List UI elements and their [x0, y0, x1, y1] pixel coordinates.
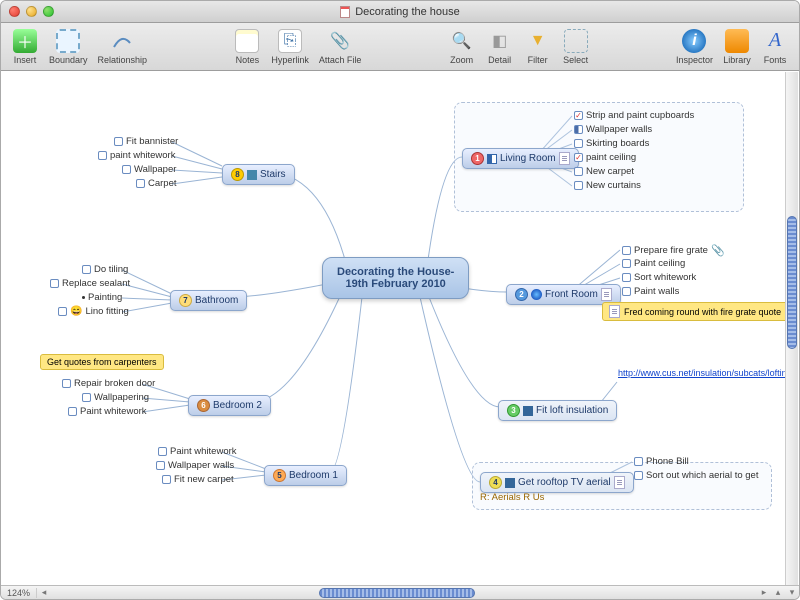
toolbar-group-edit: ＋Insert Boundary Relationship	[7, 27, 151, 67]
item-bath-0[interactable]: Do tiling	[82, 264, 128, 275]
toolbar-group-panels: iInspector Library AFonts	[672, 27, 793, 67]
link-loft[interactable]: http://www.cus.net/insulation/subcats/lo…	[618, 368, 758, 379]
toolbar-group-attach: Notes ⎘Hyperlink 📎Attach File	[229, 27, 365, 67]
item-bath-2[interactable]: Painting	[82, 292, 122, 303]
notes-icon	[601, 288, 612, 301]
item-bed1-1[interactable]: Wallpaper walls	[156, 460, 234, 471]
titlebar: Decorating the house	[1, 1, 799, 23]
item-bath-3[interactable]: 😄Lino fitting	[58, 306, 129, 317]
item-living-5[interactable]: New curtains	[574, 180, 641, 191]
zoom-level[interactable]: 124%	[1, 588, 37, 598]
central-line1: Decorating the House-	[337, 266, 454, 278]
filter-button[interactable]: ▼Filter	[520, 27, 556, 67]
item-front-2[interactable]: Sort whitework	[622, 272, 696, 283]
scroll-down-icon[interactable]: ▾	[785, 587, 799, 598]
horizontal-scroll-thumb[interactable]	[319, 588, 474, 598]
item-aerial-0[interactable]: Phone Bill	[634, 456, 689, 467]
item-bed1-0[interactable]: Paint whitework	[158, 446, 237, 457]
globe-icon	[531, 289, 542, 300]
item-bed2-2[interactable]: Paint whitework	[68, 406, 147, 417]
item-stairs-3[interactable]: Carpet	[136, 178, 177, 189]
item-bed2-0[interactable]: Repair broken door	[62, 378, 155, 389]
note-bed2[interactable]: Get quotes from carpenters	[40, 354, 164, 370]
zoom-button[interactable]: 🔍Zoom	[444, 27, 480, 67]
insert-button[interactable]: ＋Insert	[7, 27, 43, 67]
item-front-3[interactable]: Paint walls	[622, 286, 679, 297]
item-living-4[interactable]: New carpet	[574, 166, 634, 177]
attach-file-button[interactable]: 📎Attach File	[315, 27, 366, 67]
item-front-1[interactable]: Paint ceiling	[622, 258, 685, 269]
vertical-scrollbar[interactable]	[785, 72, 798, 585]
horizontal-scrollbar[interactable]	[51, 587, 757, 599]
node-aerial[interactable]: 4Get rooftop TV aerial	[480, 472, 634, 493]
vertical-scroll-thumb[interactable]	[787, 216, 797, 349]
toolbar-group-view: 🔍Zoom ◧Detail ▼Filter Select	[444, 27, 594, 67]
item-stairs-0[interactable]: Fit bannister	[114, 136, 178, 147]
item-living-2[interactable]: Skirting boards	[574, 138, 649, 149]
item-front-0[interactable]: Prepare fire grate📎	[622, 244, 725, 257]
hyperlink-button[interactable]: ⎘Hyperlink	[267, 27, 313, 67]
central-topic[interactable]: Decorating the House- 19th February 2010	[322, 257, 469, 299]
select-button[interactable]: Select	[558, 27, 594, 67]
node-bedroom2[interactable]: 6Bedroom 2	[188, 395, 271, 416]
window-title: Decorating the house	[1, 6, 799, 18]
canvas[interactable]: Decorating the House- 19th February 2010…	[2, 72, 798, 585]
inspector-button[interactable]: iInspector	[672, 27, 717, 67]
scroll-left-icon[interactable]: ◂	[37, 587, 51, 598]
item-living-1[interactable]: Wallpaper walls	[574, 124, 652, 135]
fonts-button[interactable]: AFonts	[757, 27, 793, 67]
item-stairs-2[interactable]: Wallpaper	[122, 164, 176, 175]
item-bed2-1[interactable]: Wallpapering	[82, 392, 149, 403]
item-bath-1[interactable]: Replace sealant	[50, 278, 130, 289]
detail-button[interactable]: ◧Detail	[482, 27, 518, 67]
notes-button[interactable]: Notes	[229, 27, 265, 67]
document-icon	[340, 6, 350, 18]
smile-icon: 😄	[70, 306, 82, 317]
node-loft[interactable]: 3Fit loft insulation	[498, 400, 617, 421]
scroll-up-icon[interactable]: ▴	[771, 587, 785, 598]
resource-aerial: R: Aerials R Us	[480, 492, 544, 503]
paperclip-icon: 📎	[711, 244, 725, 257]
item-aerial-1[interactable]: Sort out which aerial to get	[634, 470, 758, 481]
scroll-right-icon[interactable]: ▸	[757, 587, 771, 598]
notes-icon	[559, 152, 570, 165]
central-line2: 19th February 2010	[337, 278, 454, 290]
window: Decorating the house ＋Insert Boundary Re…	[0, 0, 800, 600]
item-living-0[interactable]: Strip and paint cupboards	[574, 110, 694, 121]
toolbar: ＋Insert Boundary Relationship Notes ⎘Hyp…	[1, 23, 799, 71]
title-text: Decorating the house	[355, 6, 460, 18]
library-button[interactable]: Library	[719, 27, 755, 67]
item-bed1-2[interactable]: Fit new carpet	[162, 474, 234, 485]
notes-icon	[614, 476, 625, 489]
boundary-button[interactable]: Boundary	[45, 27, 92, 67]
statusbar: 124% ◂ ▸ ▴ ▾	[1, 585, 799, 599]
node-living-room[interactable]: 1Living Room	[462, 148, 579, 169]
note-page-icon	[609, 305, 620, 318]
item-stairs-1[interactable]: paint whitework	[98, 150, 175, 161]
relationship-button[interactable]: Relationship	[94, 27, 152, 67]
node-bathroom[interactable]: 7Bathroom	[170, 290, 247, 311]
item-living-3[interactable]: paint ceiling	[574, 152, 636, 163]
note-front-room[interactable]: Fred coming round with fire grate quote▾	[602, 302, 797, 321]
node-bedroom1[interactable]: 5Bedroom 1	[264, 465, 347, 486]
node-stairs[interactable]: 8Stairs	[222, 164, 295, 185]
